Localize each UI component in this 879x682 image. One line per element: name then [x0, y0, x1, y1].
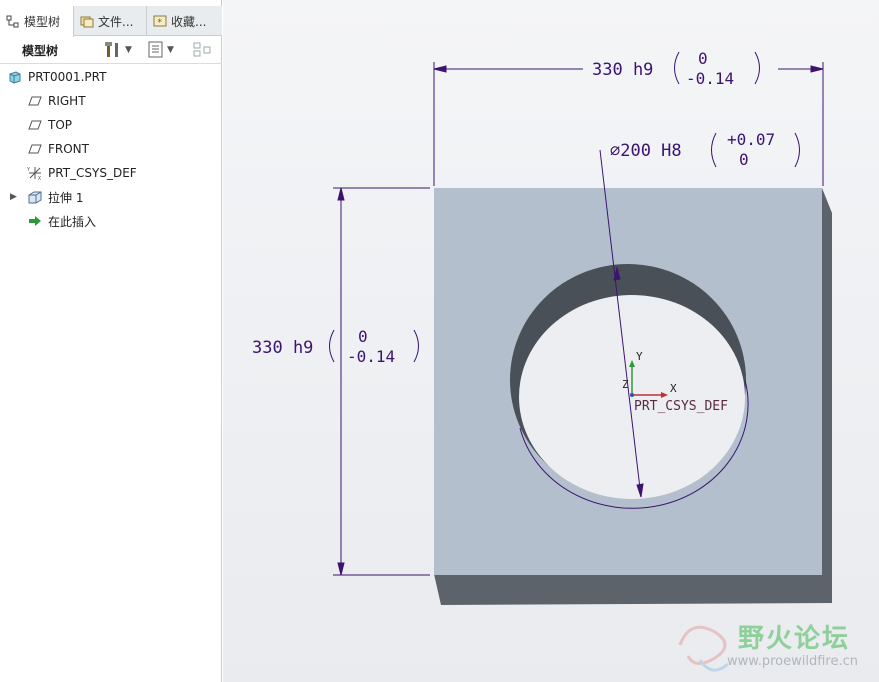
dim-diameter-lower[interactable]: 0 — [739, 150, 749, 169]
dim-top-upper[interactable]: 0 — [698, 49, 708, 68]
dim-top-nominal[interactable]: 330 h9 — [592, 60, 653, 80]
axis-z-label: Z — [622, 378, 629, 391]
dim-top-lower[interactable]: -0.14 — [686, 69, 734, 88]
model-drawing[interactable]: 330 h9 0 -0.14 330 h9 0 -0.14 ⌀200 H8 +0… — [0, 0, 879, 682]
csys-label: PRT_CSYS_DEF — [634, 399, 728, 414]
dim-left-upper[interactable]: 0 — [358, 327, 368, 346]
axis-y-label: Y — [636, 350, 643, 363]
watermark-text: 野火论坛 — [738, 624, 851, 654]
dim-left-nominal[interactable]: 330 h9 — [252, 338, 313, 358]
watermark-logo — [678, 625, 729, 672]
dim-diameter-upper[interactable]: +0.07 — [727, 130, 775, 149]
dim-left-lower[interactable]: -0.14 — [347, 347, 395, 366]
watermark-url: www.proewildfire.cn — [727, 654, 858, 669]
axis-x-label: X — [670, 382, 677, 395]
dim-diameter-nominal[interactable]: ⌀200 H8 — [610, 141, 682, 161]
